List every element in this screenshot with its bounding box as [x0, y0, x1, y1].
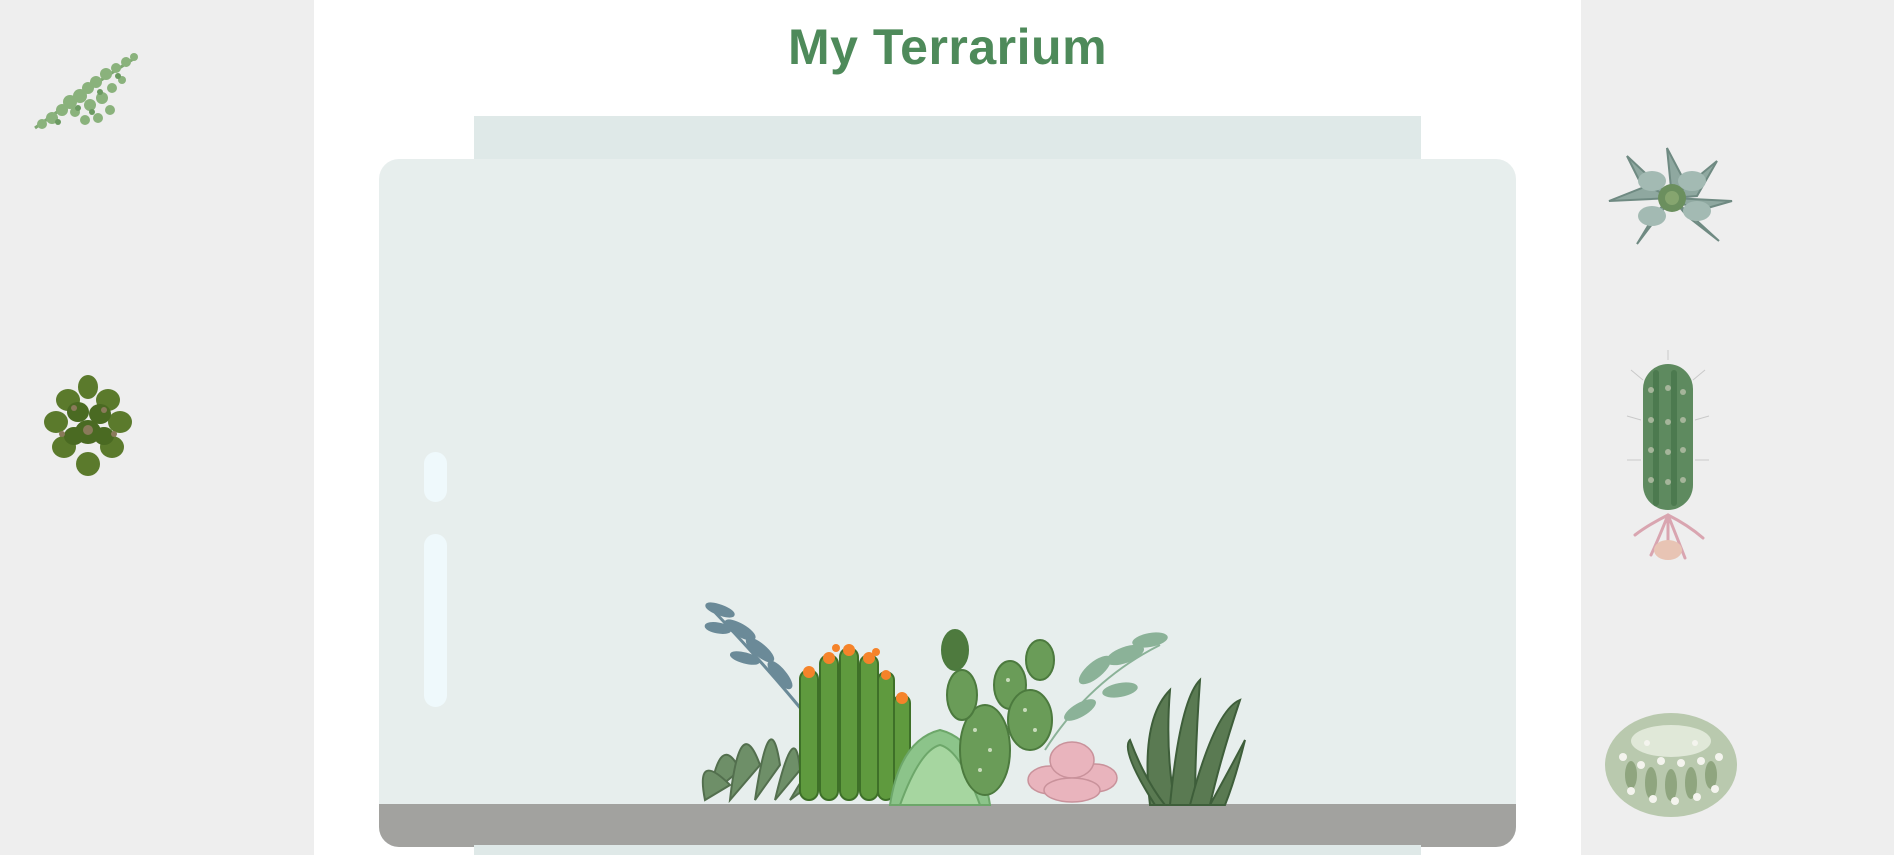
jar-lid: [474, 116, 1421, 159]
plant-trailing-vine-icon[interactable]: [30, 50, 145, 135]
plant-round-cactus-icon[interactable]: [1601, 705, 1741, 820]
glossy-highlight-short: [424, 452, 447, 502]
plant-rosette-succulent-icon[interactable]: [1607, 146, 1737, 251]
plant-dark-leafy-succulent-icon[interactable]: [38, 372, 138, 482]
jar-bottom-lip: [474, 845, 1421, 855]
plant-arrangement-icon: [700, 600, 1260, 815]
glossy-highlight-long: [424, 534, 447, 707]
terrarium-page: My Terrarium: [0, 0, 1894, 855]
right-plant-container: [1581, 0, 1894, 855]
plant-column-cactus-icon[interactable]: [1623, 350, 1713, 570]
page-title: My Terrarium: [787, 19, 1108, 75]
left-plant-container: [0, 0, 314, 855]
